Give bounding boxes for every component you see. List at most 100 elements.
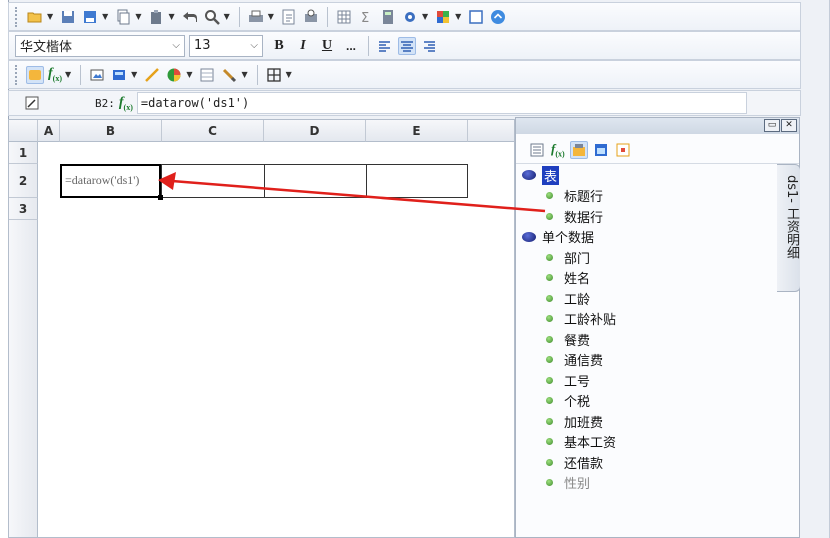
copy-icon[interactable]: [114, 8, 132, 26]
tree-node-single-data[interactable]: 单个数据: [516, 227, 778, 248]
cell-style-icon[interactable]: [26, 65, 44, 84]
format-toolbar: 华文楷体 ⌵ 13 ⌵ B I U ...: [8, 31, 801, 60]
column-header-more[interactable]: [468, 120, 514, 142]
column-header-c[interactable]: C: [162, 120, 264, 142]
tree-node-field[interactable]: 性别: [516, 473, 778, 494]
formula-function-icon[interactable]: f(x): [119, 95, 133, 112]
bold-button[interactable]: B: [269, 38, 289, 54]
chart-dropdown-icon[interactable]: ▼: [186, 70, 192, 79]
pie-chart-icon[interactable]: [165, 66, 183, 84]
palette-dropdown-icon[interactable]: ▼: [455, 12, 461, 21]
list-view-icon[interactable]: [528, 141, 546, 159]
tree-node-table[interactable]: 表: [516, 165, 778, 186]
column-header-a[interactable]: A: [38, 120, 60, 142]
fill-handle[interactable]: [158, 195, 163, 200]
spreadsheet-grid[interactable]: A B C D E 1 2 3 =datarow('ds1'): [8, 119, 515, 538]
tree-node-field[interactable]: 还借款: [516, 452, 778, 473]
function-dropdown-icon[interactable]: ▼: [65, 70, 71, 79]
align-right-icon[interactable]: [420, 37, 438, 55]
restore-icon[interactable]: ▭: [764, 119, 780, 132]
find-icon[interactable]: [203, 8, 221, 26]
borders-dropdown-icon[interactable]: ▼: [286, 70, 292, 79]
copy-dropdown-icon[interactable]: ▼: [135, 12, 141, 21]
fullscreen-icon[interactable]: [467, 8, 485, 26]
tree-node-field[interactable]: 部门: [516, 247, 778, 268]
picture-dropdown-icon[interactable]: ▼: [131, 70, 137, 79]
align-center-icon[interactable]: [398, 36, 416, 55]
paste-icon[interactable]: [147, 8, 165, 26]
tree-node-field[interactable]: 餐费: [516, 329, 778, 350]
calculator-icon[interactable]: [379, 8, 397, 26]
paste-dropdown-icon[interactable]: ▼: [168, 12, 174, 21]
panel-function-icon[interactable]: f(x): [551, 141, 565, 159]
insert-picture-icon[interactable]: [110, 66, 128, 84]
close-icon[interactable]: ✕: [781, 119, 797, 132]
grid-table-icon[interactable]: [335, 8, 353, 26]
tree-node-field[interactable]: 加班费: [516, 411, 778, 432]
settings-gear-icon[interactable]: [401, 8, 419, 26]
field-dot-icon: [546, 417, 553, 425]
insert-image-icon[interactable]: [88, 66, 106, 84]
underline-button[interactable]: U: [317, 38, 337, 54]
cell-border: [161, 164, 162, 198]
cell-b2[interactable]: =datarow('ds1'): [60, 164, 161, 198]
italic-button[interactable]: I: [293, 38, 313, 54]
settings-dropdown-icon[interactable]: ▼: [422, 12, 428, 21]
toolbar-grip[interactable]: [15, 64, 18, 85]
table-border-icon[interactable]: [198, 66, 216, 84]
undo-icon[interactable]: [181, 8, 199, 26]
print-dropdown-icon[interactable]: ▼: [268, 12, 274, 21]
draw-line-icon[interactable]: [143, 66, 161, 84]
panel-view-icon[interactable]: [592, 141, 610, 159]
open-folder-icon[interactable]: [26, 8, 44, 26]
save-as-icon[interactable]: [81, 8, 99, 26]
tree-node-field[interactable]: 工号: [516, 370, 778, 391]
row-header-3[interactable]: 3: [9, 198, 38, 220]
sum-icon[interactable]: Σ: [357, 8, 375, 26]
color-palette-icon[interactable]: [434, 8, 452, 26]
tree-label: 还借款: [564, 456, 604, 472]
row-header-2[interactable]: 2: [9, 164, 38, 198]
find-dropdown-icon[interactable]: ▼: [224, 12, 230, 21]
tree-label-table: 表: [542, 165, 560, 185]
brush-dropdown-icon[interactable]: ▼: [241, 70, 247, 79]
column-header-d[interactable]: D: [264, 120, 366, 142]
tree-label: 姓名: [564, 272, 591, 288]
export-icon[interactable]: [280, 8, 298, 26]
print-preview-icon[interactable]: [302, 8, 320, 26]
field-dot-icon: [546, 438, 553, 446]
function-icon[interactable]: f(x): [48, 66, 62, 83]
font-family-select[interactable]: 华文楷体 ⌵: [15, 34, 185, 57]
align-left-icon[interactable]: [376, 37, 394, 55]
tree-node-field[interactable]: 姓名: [516, 268, 778, 289]
edit-formula-icon[interactable]: [23, 94, 41, 112]
tree-node-field[interactable]: 基本工资: [516, 432, 778, 453]
column-header-e[interactable]: E: [366, 120, 468, 142]
font-size-select[interactable]: 13 ⌵: [189, 34, 263, 57]
formula-input[interactable]: =datarow('ds1'): [136, 92, 747, 114]
tree-node-title-row[interactable]: 标题行: [516, 186, 778, 207]
tree-node-field[interactable]: 工龄: [516, 288, 778, 309]
dataset-tab[interactable]: ds1- 工资明细: [777, 164, 801, 292]
row-header-1[interactable]: 1: [9, 142, 38, 164]
dataset-properties-icon[interactable]: [569, 140, 588, 159]
print-icon[interactable]: [247, 8, 265, 26]
format-brush-icon[interactable]: [220, 66, 238, 84]
tree-node-data-row[interactable]: 数据行: [516, 206, 778, 227]
tree-node-field[interactable]: 通信费: [516, 350, 778, 371]
borders-icon[interactable]: [265, 66, 283, 84]
main-toolbar: ▼ ▼ ▼ ▼ ▼ ▼ Σ ▼ ▼: [8, 2, 801, 31]
corner-header[interactable]: [9, 120, 38, 142]
panel-grid-icon[interactable]: [614, 141, 632, 159]
more-format-button[interactable]: ...: [341, 39, 361, 53]
toolbar-grip[interactable]: [15, 6, 18, 27]
field-dot-icon: [546, 335, 553, 343]
save-dropdown-icon[interactable]: ▼: [102, 12, 108, 21]
tree-node-field[interactable]: 个税: [516, 391, 778, 412]
tree-node-field[interactable]: 工龄补贴: [516, 309, 778, 330]
open-dropdown-icon[interactable]: ▼: [47, 12, 53, 21]
collapse-up-icon[interactable]: [489, 8, 507, 26]
save-icon[interactable]: [59, 8, 77, 26]
field-dot-icon: [546, 253, 553, 261]
column-header-b[interactable]: B: [60, 120, 162, 142]
